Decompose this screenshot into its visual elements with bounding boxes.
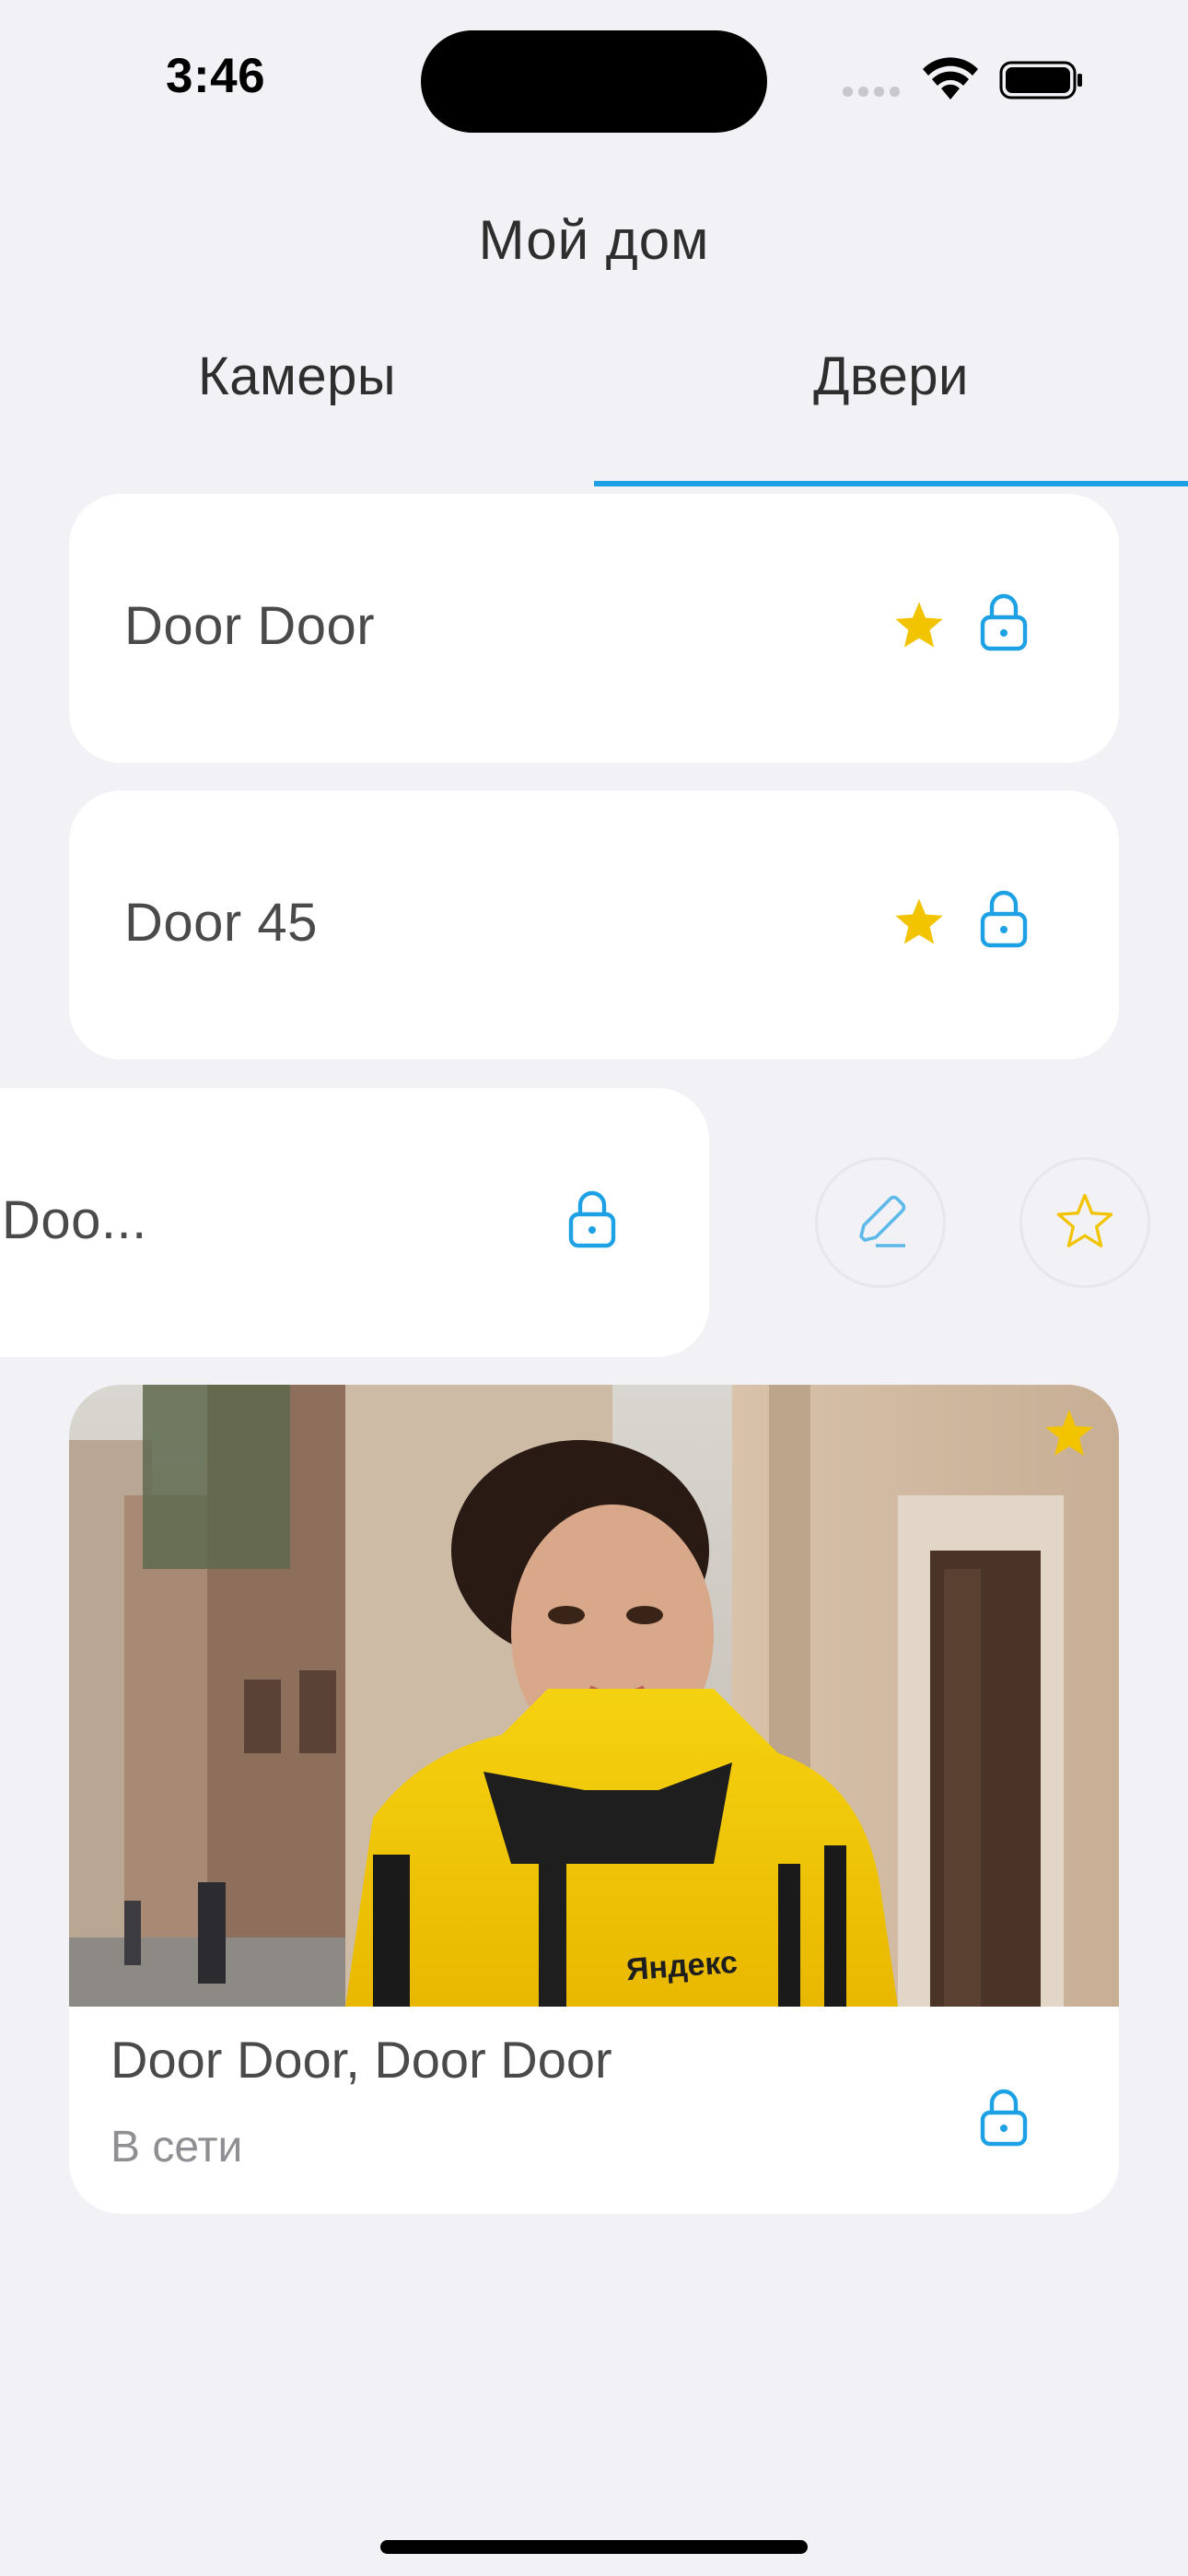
page-title: Мой дом (478, 209, 710, 271)
star-outline-icon (1054, 1191, 1115, 1255)
camera-door-status: В сети (111, 2123, 243, 2172)
camera-snapshot[interactable]: Яндекс (69, 1385, 1119, 2007)
edit-button[interactable] (815, 1157, 946, 1288)
favorite-button[interactable] (1019, 1157, 1150, 1288)
camera-door-title: Door Door, Door Door (111, 2031, 612, 2089)
tab-doors[interactable]: Двери (594, 345, 1188, 407)
lock-icon[interactable] (979, 591, 1029, 652)
home-indicator[interactable] (380, 2540, 808, 2554)
star-icon[interactable] (893, 896, 945, 946)
door-name: Door Door (124, 596, 376, 656)
dynamic-island (421, 30, 767, 133)
door-name: Door 45 (124, 893, 318, 953)
pencil-icon (850, 1190, 911, 1256)
tab-cameras[interactable]: Камеры (0, 345, 594, 407)
wifi-icon (921, 57, 980, 101)
cellular-signal-icon (843, 85, 905, 97)
lock-icon[interactable] (979, 888, 1029, 949)
door-card[interactable]: Door 45 (69, 790, 1119, 1060)
lock-icon[interactable] (567, 1188, 617, 1249)
battery-icon (999, 61, 1084, 100)
status-time: 3:46 (166, 49, 266, 103)
door-name: Doo... (2, 1190, 147, 1250)
active-tab-indicator (594, 481, 1188, 486)
lock-icon[interactable] (979, 2087, 1029, 2148)
door-card[interactable]: Door Door (69, 494, 1119, 763)
camera-door-card[interactable]: Яндекс Door Door, Door Door В сети (69, 1385, 1119, 2214)
door-card-swiped[interactable]: Doo... (0, 1088, 709, 1357)
star-icon[interactable] (893, 600, 945, 650)
